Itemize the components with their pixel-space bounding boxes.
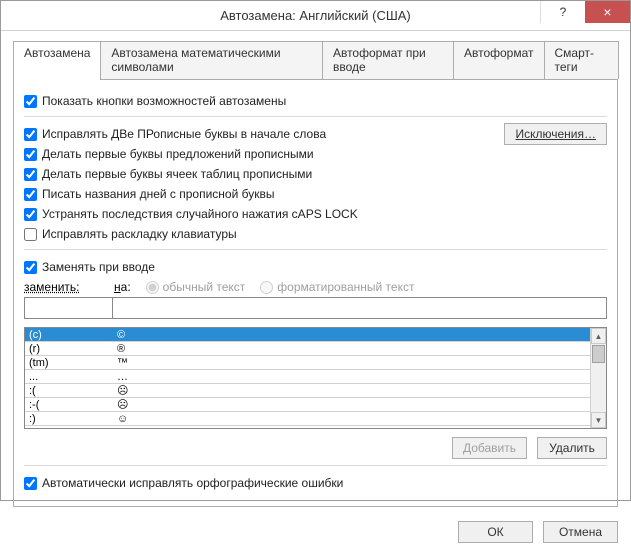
tab-strip: Автозамена Автозамена математическими си…	[13, 41, 618, 80]
list-row[interactable]: :-( ☹	[25, 398, 590, 412]
scroll-up-icon[interactable]: ▲	[591, 328, 606, 344]
checkbox-show-buttons[interactable]	[24, 95, 37, 108]
checkbox-caps-lock[interactable]	[24, 208, 37, 221]
checkbox-replace-on-type[interactable]	[24, 261, 37, 274]
label-day-names: Писать названия дней с прописной буквы	[42, 187, 274, 201]
input-row	[24, 297, 607, 319]
checkbox-table-cell-caps[interactable]	[24, 168, 37, 181]
cell-a: (c)	[25, 329, 113, 341]
tab-autoformat-typing[interactable]: Автоформат при вводе	[322, 41, 454, 79]
cell-b: ☹	[113, 384, 590, 397]
list-body: (c) © (r) ® (tm) ™ ... … :( ☹	[25, 328, 590, 428]
label-plain-text: обычный текст	[163, 280, 246, 294]
label-keyboard-layout: Исправлять раскладку клавиатуры	[42, 227, 237, 241]
exceptions-text: Исключения…	[515, 127, 596, 141]
scroll-down-icon[interactable]: ▼	[591, 412, 606, 428]
cell-b: ☹	[113, 398, 590, 411]
list-actions: Добавить Удалить	[24, 437, 607, 459]
list-row[interactable]: ... …	[25, 370, 590, 384]
label-two-caps: Исправлять ДВе ПРописные буквы в начале …	[42, 127, 326, 141]
tab-smart-tags[interactable]: Смарт-теги	[544, 41, 620, 79]
list-row[interactable]: :( ☹	[25, 384, 590, 398]
tab-panel-autocorrect: Показать кнопки возможностей автозамены …	[13, 80, 618, 507]
label-caps-lock: Устранять последствия случайного нажатия…	[42, 207, 358, 221]
list-row[interactable]: (r) ®	[25, 342, 590, 356]
radio-formatted-text[interactable]	[260, 281, 273, 294]
list-row[interactable]: :) ☺	[25, 412, 590, 426]
titlebar-buttons: ? ×	[540, 1, 630, 23]
list-row-selected[interactable]: (c) ©	[25, 328, 590, 342]
checkbox-keyboard-layout[interactable]	[24, 228, 37, 241]
label-replace-col: заменить:	[24, 280, 80, 294]
input-replace[interactable]	[24, 297, 112, 319]
cell-a: ...	[25, 371, 113, 383]
label-auto-spell: Автоматически исправлять орфографические…	[42, 476, 343, 490]
cell-b: ☺	[113, 413, 590, 425]
label-table-cell-caps: Делать первые буквы ячеек таблиц прописн…	[42, 167, 312, 181]
input-with[interactable]	[112, 297, 607, 319]
divider	[24, 116, 607, 117]
delete-button[interactable]: Удалить	[537, 437, 607, 459]
exceptions-button[interactable]: Исключения…	[504, 123, 607, 145]
cell-b: ©	[113, 329, 590, 341]
checkbox-day-names[interactable]	[24, 188, 37, 201]
cell-a: (tm)	[25, 357, 113, 369]
cancel-button[interactable]: Отмена	[543, 521, 618, 543]
label-sentence-caps: Делать первые буквы предложений прописны…	[42, 147, 314, 161]
cell-a: :(	[25, 385, 113, 397]
help-button[interactable]: ?	[540, 1, 585, 23]
divider-2	[24, 249, 607, 250]
dialog-footer: ОК Отмена	[1, 515, 630, 553]
ok-button[interactable]: ОК	[458, 521, 533, 543]
close-button[interactable]: ×	[585, 1, 630, 23]
radio-plain-text[interactable]	[146, 281, 159, 294]
label-with-col: на:	[114, 280, 131, 294]
label-show-buttons: Показать кнопки возможностей автозамены	[42, 94, 286, 108]
scroll-thumb[interactable]	[592, 345, 605, 363]
divider-3	[24, 465, 607, 466]
cell-a: :)	[25, 413, 113, 425]
label-formatted-text: форматированный текст	[277, 280, 414, 294]
checkbox-auto-spell[interactable]	[24, 477, 37, 490]
add-button[interactable]: Добавить	[452, 437, 527, 459]
replacements-list[interactable]: (c) © (r) ® (tm) ™ ... … :( ☹	[24, 327, 607, 429]
label-replace-on-type: Заменять при вводе	[42, 260, 155, 274]
scrollbar[interactable]: ▲ ▼	[590, 328, 606, 428]
list-row[interactable]: (tm) ™	[25, 356, 590, 370]
cell-b: …	[113, 371, 590, 383]
window-title: Автозамена: Английский (США)	[1, 8, 630, 23]
tab-math-autocorrect[interactable]: Автозамена математическими символами	[100, 41, 323, 79]
tab-autocorrect[interactable]: Автозамена	[13, 41, 101, 80]
dialog-content: Автозамена Автозамена математическими си…	[1, 31, 630, 515]
checkbox-sentence-caps[interactable]	[24, 148, 37, 161]
cell-a: :-(	[25, 399, 113, 411]
cell-b: ™	[113, 357, 590, 369]
checkbox-two-caps[interactable]	[24, 128, 37, 141]
column-labels: заменить: на: обычный текст форматирован…	[24, 280, 607, 294]
cell-a: (r)	[25, 343, 113, 355]
tab-autoformat[interactable]: Автоформат	[453, 41, 545, 79]
title-bar: Автозамена: Английский (США) ? ×	[1, 1, 630, 31]
cell-b: ®	[113, 343, 590, 355]
